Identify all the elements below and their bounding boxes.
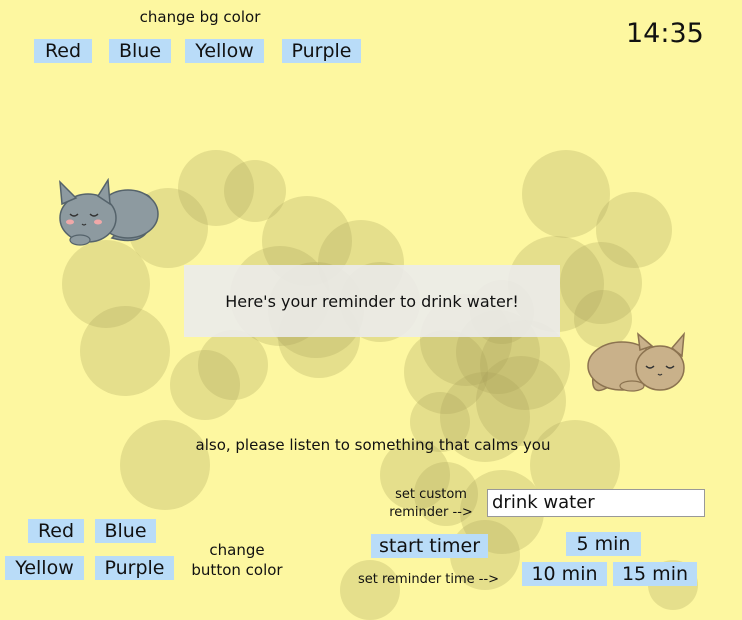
10-min-button[interactable]: 10 min — [522, 562, 607, 586]
button-color-label-line2: button color — [191, 561, 283, 579]
bubble — [80, 306, 170, 396]
custom-reminder-label-line1: set custom — [395, 487, 467, 502]
btn-color-red-button[interactable]: Red — [28, 519, 84, 543]
custom-reminder-label-line2: reminder --> — [389, 505, 473, 520]
bg-red-button[interactable]: Red — [34, 39, 92, 63]
reminder-box: Here's your reminder to drink water! — [184, 265, 560, 337]
btn-color-yellow-button[interactable]: Yellow — [5, 556, 84, 580]
button-color-label-line1: change — [209, 541, 265, 559]
bg-purple-button[interactable]: Purple — [282, 39, 361, 63]
start-timer-button[interactable]: start timer — [371, 534, 488, 558]
bubble — [170, 350, 240, 420]
calm-message: also, please listen to something that ca… — [195, 436, 551, 454]
clock: 14:35 — [626, 18, 704, 49]
bg-color-label: change bg color — [139, 8, 261, 26]
custom-reminder-label: set custom reminder --> — [380, 486, 482, 522]
bubble — [120, 420, 210, 510]
bg-yellow-button[interactable]: Yellow — [185, 39, 264, 63]
button-color-label: change button color — [184, 540, 290, 580]
5-min-button[interactable]: 5 min — [566, 532, 641, 556]
btn-color-purple-button[interactable]: Purple — [95, 556, 174, 580]
bubble — [340, 560, 400, 620]
tan-cat-image — [580, 330, 690, 406]
set-reminder-time-label: set reminder time --> — [358, 572, 500, 587]
bg-blue-button[interactable]: Blue — [109, 39, 171, 63]
custom-reminder-input[interactable] — [487, 489, 705, 517]
btn-color-blue-button[interactable]: Blue — [95, 519, 156, 543]
15-min-button[interactable]: 15 min — [613, 562, 697, 586]
grey-cat-image — [52, 177, 164, 254]
reminder-message: Here's your reminder to drink water! — [225, 291, 519, 311]
